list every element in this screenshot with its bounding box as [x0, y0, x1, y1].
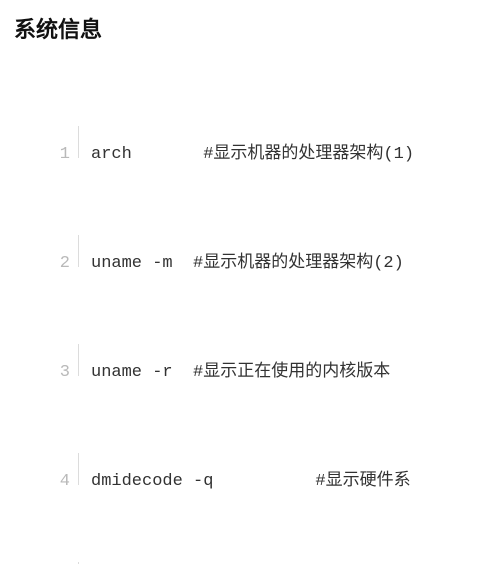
- code-block: 1 arch #显示机器的处理器架构(1) 2 uname -m #显示机器的处理器…: [12, 62, 488, 564]
- gutter: [78, 344, 91, 376]
- code-text: arch #显示机器的处理器架构(1): [91, 139, 414, 171]
- code-text: uname -m #显示机器的处理器架构(2): [91, 248, 404, 280]
- code-line: 4 dmidecode -q #显示硬件系: [34, 453, 488, 498]
- section-heading: 系统信息: [14, 12, 488, 44]
- code-line: 1 arch #显示机器的处理器架构(1): [34, 126, 488, 171]
- line-number: 1: [34, 139, 70, 171]
- page: 系统信息 1 arch #显示机器的处理器架构(1) 2 uname -m #显示机…: [0, 0, 500, 564]
- code-text: uname -r #显示正在使用的内核版本: [91, 357, 390, 389]
- gutter: [78, 453, 91, 485]
- gutter: [78, 235, 91, 267]
- gutter: [78, 126, 91, 158]
- code-line: 3 uname -r #显示正在使用的内核版本: [34, 344, 488, 389]
- line-number: 3: [34, 357, 70, 389]
- code-line: 2 uname -m #显示机器的处理器架构(2): [34, 235, 488, 280]
- line-number: 4: [34, 466, 70, 498]
- line-number: 2: [34, 248, 70, 280]
- code-text: dmidecode -q #显示硬件系: [91, 466, 411, 498]
